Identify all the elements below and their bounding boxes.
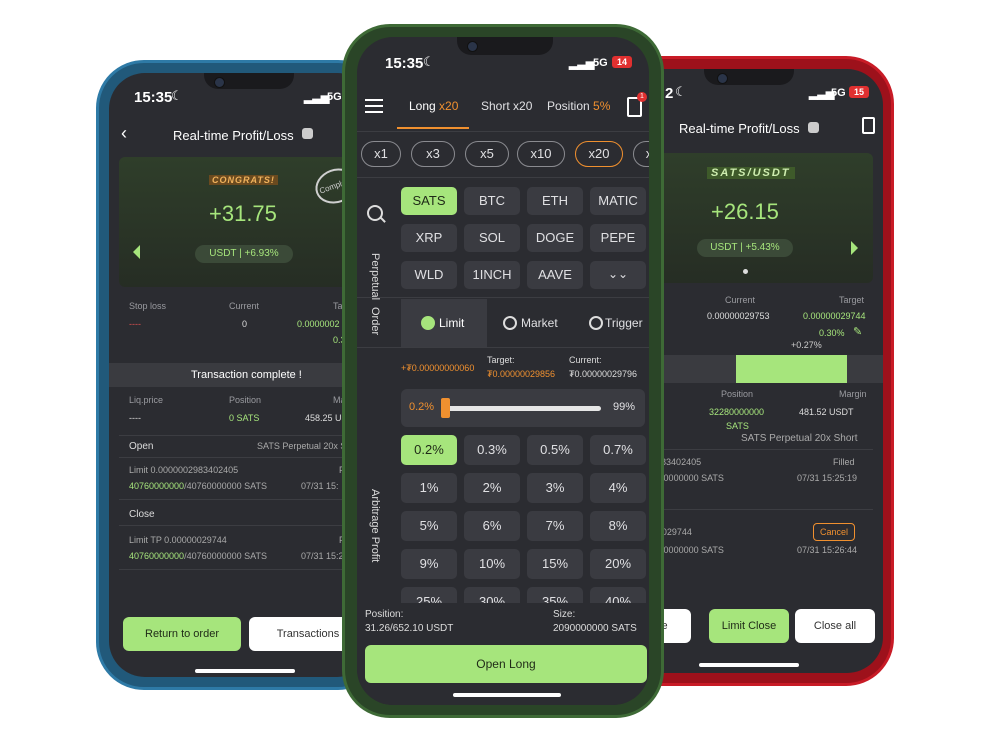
open-limit: Limit 0.0000002983402405 [129,465,239,475]
stop-loss-label: Stop loss [129,301,167,311]
page-title: Real-time Profit/Loss [679,121,800,136]
orders-icon[interactable] [862,117,875,134]
pair-label: SATS/USDT [707,167,795,179]
home-indicator [195,669,295,673]
profit-card: SATS/USDT +26.15 USDT | +5.43% [629,153,873,283]
pnl-badge: USDT | +6.93% [195,245,293,263]
limit-close-button[interactable]: Limit Close [709,609,789,643]
size-label: Size: [553,609,576,620]
target-value: 0.00000029744 [803,311,866,321]
margin-value: 458.25 U [305,413,342,423]
margin-value: 481.52 USDT [799,407,854,417]
close-time: 07/31 15:26:44 [797,545,858,555]
profit-grid: 0.2% 0.3% 0.5% 0.7% 1% 2% 3% 4% 5% 6% 7% 8% 9% 10% 15%… [357,37,649,603]
profit-option[interactable]: 35% [527,587,583,603]
share-icon[interactable] [302,128,313,139]
home-indicator [453,693,561,697]
close-filled: 40760000000/40760000000 SATS [129,551,267,561]
target-sub: +0.27% [791,340,822,350]
moon-icon: ☾ [675,84,687,99]
profit-option[interactable]: 0.7% [590,435,646,465]
profit-card: CONGRATS! Complete +31.75 USDT | +6.93% [119,157,363,287]
profit-option[interactable]: 25% [401,587,457,603]
profit-option[interactable]: 40% [590,587,646,603]
signal-icon: ▂▃▅ [304,92,330,104]
status-time: 2 [665,85,674,102]
profit-option[interactable]: 5% [401,511,457,541]
profit-option[interactable]: 0.2% [401,435,457,465]
close-section-label: Close [129,509,155,520]
page-dot [743,269,748,274]
position-value: 0 SATS [229,413,260,423]
position-desc: SATS Perpetual 20x Short [741,433,858,444]
profit-option[interactable]: 8% [590,511,646,541]
profit-option[interactable]: 6% [464,511,520,541]
position-bar-fill [736,355,847,383]
open-section-desc: SATS Perpetual 20x Sh [257,441,352,451]
size-value: 2090000000 SATS [553,623,637,634]
liq-label: Liq.price [129,395,164,405]
position-label: Position: [365,609,404,620]
status-time: 15:35 [134,89,173,106]
profit-option[interactable]: 4% [590,473,646,503]
camera-icon [717,73,728,84]
close-all-button[interactable]: Close all [795,609,875,643]
open-section-label: Open [129,441,154,452]
camera-icon [214,77,225,88]
profit-option[interactable]: 1% [401,473,457,503]
profit-option[interactable]: 30% [464,587,520,603]
profit-option[interactable]: 7% [527,511,583,541]
position-coin: SATS [726,421,749,431]
current-label: Current [725,295,756,305]
tx-complete-text: Transaction complete ! [191,369,302,381]
liq-value: ---- [129,413,141,423]
target-label: Target [839,295,865,305]
share-icon[interactable] [808,122,819,133]
profit-value: +31.75 [209,201,277,226]
network-label: 5G [831,87,846,99]
target-value: 0.0000002 [297,319,340,329]
close-limit: Limit TP 0.00000029744 [129,535,227,545]
edit-icon[interactable]: ✎ [853,325,862,338]
center-screen: 15:35 ☾ ▂▃▅ 5G 14 Long x20 Short x20 Pos… [357,37,649,705]
profit-option[interactable]: 10% [464,549,520,579]
position-value: 31.26/652.10 USDT [365,623,454,634]
current-value: 0.00000029753 [707,311,770,321]
position-label: Position [721,389,754,399]
profit-option[interactable]: 2% [464,473,520,503]
network-label: 5G [327,91,342,103]
position-value: 32280000000 [709,407,765,417]
profit-option[interactable]: 3% [527,473,583,503]
home-indicator [699,663,799,667]
profit-option[interactable]: 0.5% [527,435,583,465]
profit-option[interactable]: 15% [527,549,583,579]
target-pct: 0.30% [819,328,845,338]
profit-option[interactable]: 9% [401,549,457,579]
open-time: 07/31 15: [301,481,339,491]
profit-option[interactable]: 0.3% [464,435,520,465]
stop-loss-value: ---- [129,319,141,329]
current-value: 0 [242,319,248,329]
current-label: Current [229,301,260,311]
margin-label: Margin [839,389,867,399]
open-long-button[interactable]: Open Long [365,645,647,683]
prev-arrow-icon[interactable] [133,245,140,259]
return-to-order-button[interactable]: Return to order [123,617,241,651]
congrats-banner: CONGRATS! [209,175,278,185]
cancel-button[interactable]: Cancel [813,523,855,541]
moon-icon: ☾ [171,88,183,103]
pnl-badge: USDT | +5.43% [697,239,793,257]
open-time: 07/31 15:25:19 [797,473,858,483]
open-status: Filled [833,457,855,467]
page-title: Real-time Profit/Loss [173,128,294,143]
battery-indicator: 15 [849,86,869,98]
profit-value: +26.15 [711,199,779,224]
position-label: Position [229,395,262,405]
center-phone: 15:35 ☾ ▂▃▅ 5G 14 Long x20 Short x20 Pos… [342,24,664,718]
profit-option[interactable]: 20% [590,549,646,579]
next-arrow-icon[interactable] [851,241,858,255]
open-filled: 40760000000/40760000000 SATS [129,481,267,491]
back-icon[interactable]: ‹ [121,123,127,144]
left-screen: 15:35 ☾ ▂▃▅ 5G ‹ Real-time Profit/Loss C… [109,73,373,677]
